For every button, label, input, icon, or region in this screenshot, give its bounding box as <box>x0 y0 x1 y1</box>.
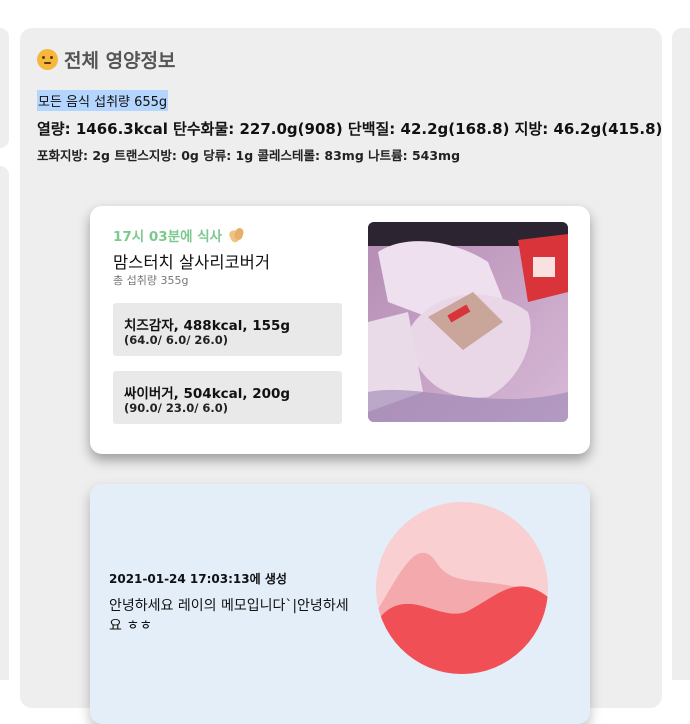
food-photo <box>368 222 568 422</box>
meal-time-text: 17시 03분에 식사 <box>113 229 223 245</box>
food-item-name: 싸이버거, 504kcal, 200g <box>124 386 291 402</box>
thinking-face-icon <box>37 49 58 70</box>
left-card-edge-lower <box>0 166 9 680</box>
memo-text: 안녕하세요 레이의 메모입니다`|안녕하세요 ㅎㅎ <box>109 598 349 634</box>
right-card-edge <box>672 28 690 680</box>
meal-card[interactable]: 17시 03분에 식사 맘스터치 살사리코버거 총 섭취량 355g 치즈감자,… <box>90 206 590 454</box>
left-card-edge <box>0 28 9 148</box>
food-item[interactable]: 싸이버거, 504kcal, 200g (90.0/ 23.0/ 6.0) <box>113 371 342 424</box>
panel-title: 전체 영양정보 <box>37 46 176 73</box>
meal-name: 맘스터치 살사리코버거 <box>113 253 271 272</box>
nutrition-totals: 열량: 1466.3kcal 탄수화물: 227.0g(908) 단백질: 42… <box>37 120 663 138</box>
panel-title-text: 전체 영양정보 <box>64 50 176 72</box>
clapping-hands-icon <box>227 226 245 244</box>
nutrition-panel: 전체 영양정보 모든 음식 섭취량 655g 열량: 1466.3kcal 탄수… <box>20 28 663 724</box>
meal-time: 17시 03분에 식사 <box>113 225 245 245</box>
nutrition-details: 포화지방: 2g 트랜스지방: 0g 당류: 1g 콜레스테롤: 83mg 나트… <box>37 148 461 163</box>
wave-circle-graphic <box>376 502 548 674</box>
food-item-macros: (64.0/ 6.0/ 26.0) <box>124 333 229 347</box>
memo-card[interactable]: 2021-01-24 17:03:13에 생성 안녕하세요 레이의 메모입니다`… <box>90 484 590 724</box>
food-item[interactable]: 치즈감자, 488kcal, 155g (64.0/ 6.0/ 26.0) <box>113 303 342 356</box>
food-item-name: 치즈감자, 488kcal, 155g <box>124 318 291 334</box>
meal-total-intake: 총 섭취량 355g <box>113 274 189 287</box>
total-intake-text: 모든 음식 섭취량 655g <box>37 90 169 111</box>
food-item-macros: (90.0/ 23.0/ 6.0) <box>124 401 229 415</box>
memo-created-date: 2021-01-24 17:03:13에 생성 <box>109 572 287 586</box>
